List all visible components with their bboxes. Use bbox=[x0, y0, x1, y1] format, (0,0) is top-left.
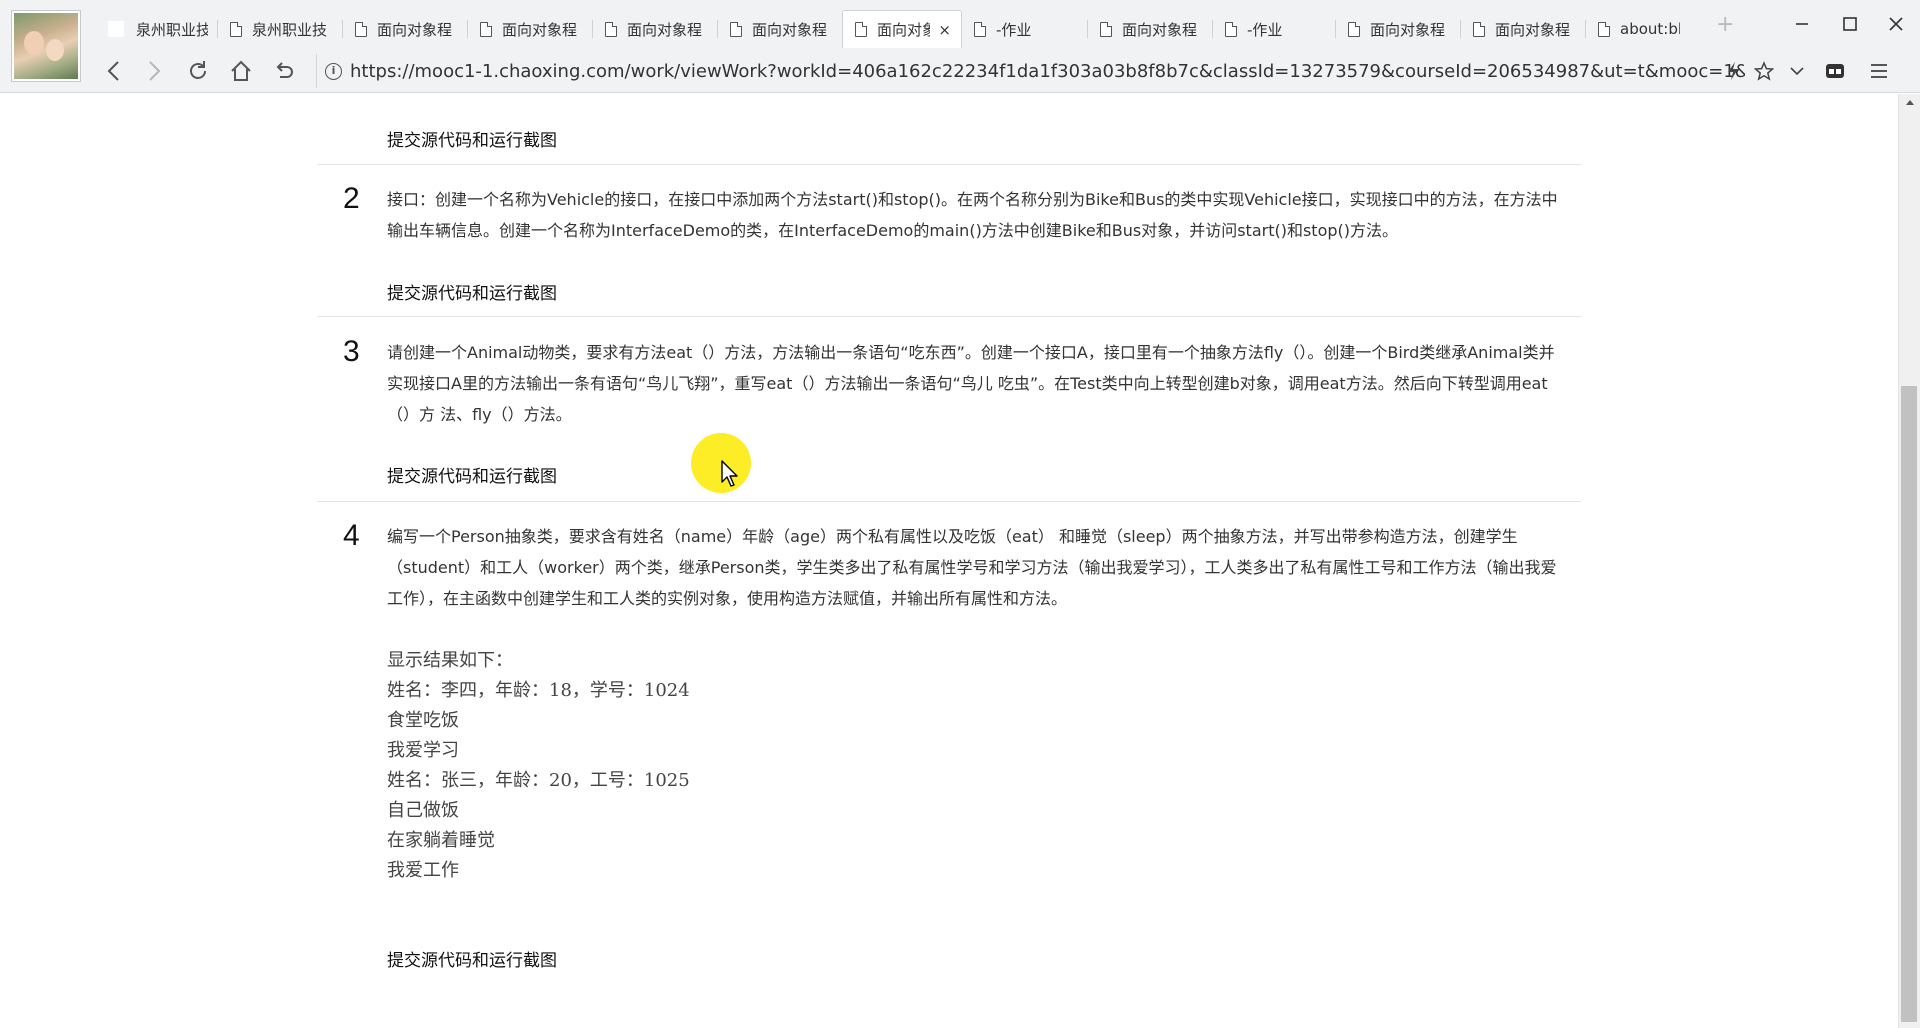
tab-6-active[interactable]: 面向对象 × bbox=[842, 10, 962, 48]
tab-11[interactable]: 面向对象程 bbox=[1461, 10, 1586, 48]
blank-page-icon bbox=[108, 21, 124, 37]
new-tab-button[interactable]: + bbox=[1716, 12, 1734, 37]
undo-close-button[interactable] bbox=[266, 54, 302, 88]
document-icon bbox=[974, 21, 986, 37]
question-text: 接口：创建一个名称为Vehicle的接口，在接口中添加两个方法start()和s… bbox=[387, 190, 1558, 240]
tab-7[interactable]: -作业 bbox=[962, 10, 1088, 48]
question-text: 编写一个Person抽象类，要求含有姓名（name）年龄（age）两个私有属性以… bbox=[387, 527, 1557, 608]
site-info-icon[interactable]: i bbox=[325, 62, 342, 80]
result-line: 显示结果如下： bbox=[387, 650, 513, 671]
reload-button[interactable] bbox=[180, 54, 216, 88]
tab-8[interactable]: 面向对象程 bbox=[1088, 10, 1213, 48]
document-icon bbox=[1225, 21, 1237, 37]
document-icon bbox=[1598, 21, 1610, 37]
document-icon bbox=[1473, 21, 1485, 37]
tab-4[interactable]: 面向对象程 bbox=[593, 10, 718, 48]
divider bbox=[317, 501, 1581, 502]
result-line: 姓名：李四，年龄：18，学号：1024 bbox=[387, 680, 690, 701]
browser-chrome: 泉州职业技 泉州职业技 面向对象程 面向对象程 面向对象程 面向对象程 面向对 … bbox=[0, 0, 1920, 93]
close-window-button[interactable] bbox=[1876, 10, 1916, 38]
reload-icon bbox=[190, 61, 206, 79]
divider bbox=[317, 164, 1581, 165]
forward-button[interactable] bbox=[136, 54, 172, 88]
tab-10[interactable]: 面向对象程 bbox=[1336, 10, 1461, 48]
mouse-cursor-icon bbox=[721, 460, 738, 487]
vertical-scrollbar[interactable] bbox=[1898, 94, 1920, 1028]
tab-strip: 泉州职业技 泉州职业技 面向对象程 面向对象程 面向对象程 面向对象程 面向对 … bbox=[96, 8, 1690, 48]
tab-1[interactable]: 泉州职业技 bbox=[218, 10, 343, 48]
star-bookmark-icon[interactable] bbox=[1754, 61, 1774, 81]
minimize-button[interactable] bbox=[1782, 10, 1822, 38]
page-content: 提交源代码和运行截图 2 接口：创建一个名称为Vehicle的接口，在接口中添加… bbox=[0, 94, 1898, 1028]
close-icon bbox=[1889, 17, 1903, 31]
document-icon bbox=[1348, 21, 1360, 37]
tab-2[interactable]: 面向对象程 bbox=[343, 10, 468, 48]
home-button[interactable] bbox=[223, 54, 259, 88]
tab-5[interactable]: 面向对象程 bbox=[718, 10, 842, 48]
submit-label-q1: 提交源代码和运行截图 bbox=[387, 131, 557, 151]
question-number: 2 bbox=[343, 182, 360, 215]
document-icon bbox=[855, 22, 867, 37]
document-icon bbox=[355, 21, 367, 37]
minimize-icon bbox=[1796, 23, 1808, 25]
chevron-down-icon[interactable] bbox=[1788, 61, 1806, 81]
maximize-icon bbox=[1843, 17, 1857, 31]
home-icon bbox=[231, 60, 251, 81]
lightning-icon[interactable] bbox=[1726, 61, 1740, 81]
question-text: 请创建一个Animal动物类，要求有方法eat（）方法，方法输出一条语句“吃东西… bbox=[387, 343, 1555, 424]
submit-label-q3: 提交源代码和运行截图 bbox=[387, 467, 557, 487]
scroll-up-arrow-icon[interactable] bbox=[1906, 100, 1914, 105]
undo-icon bbox=[276, 62, 293, 78]
scrollbar-thumb[interactable] bbox=[1901, 386, 1917, 1022]
tab-9[interactable]: -作业 bbox=[1213, 10, 1336, 48]
address-bar[interactable]: i https://mooc1-1.chaoxing.com/work/view… bbox=[316, 54, 1806, 88]
result-line: 在家躺着睡觉 bbox=[387, 830, 495, 851]
back-arrow-icon bbox=[107, 61, 119, 81]
close-tab-icon[interactable]: × bbox=[938, 21, 951, 39]
result-line: 食堂吃饭 bbox=[387, 710, 459, 731]
navigation-bar: i https://mooc1-1.chaoxing.com/work/view… bbox=[96, 50, 1920, 92]
result-line: 我爱工作 bbox=[387, 860, 459, 881]
result-line: 我爱学习 bbox=[387, 740, 459, 761]
document-icon bbox=[480, 21, 492, 37]
result-line: 姓名：张三，年龄：20，工号：1025 bbox=[387, 770, 690, 791]
forward-arrow-icon bbox=[149, 61, 161, 81]
submit-label-q2: 提交源代码和运行截图 bbox=[387, 284, 557, 304]
tab-12[interactable]: about:blan bbox=[1586, 10, 1690, 48]
document-icon bbox=[605, 21, 617, 37]
result-line: 自己做饭 bbox=[387, 800, 459, 821]
tab-3[interactable]: 面向对象程 bbox=[468, 10, 593, 48]
question-number: 3 bbox=[343, 335, 360, 368]
menu-icon[interactable] bbox=[1868, 61, 1890, 81]
document-icon bbox=[230, 21, 242, 37]
question-number: 4 bbox=[343, 519, 360, 552]
maximize-button[interactable] bbox=[1830, 10, 1870, 38]
extension-icon[interactable] bbox=[1824, 61, 1846, 81]
back-button[interactable] bbox=[96, 54, 132, 88]
user-avatar[interactable] bbox=[12, 11, 80, 81]
submit-label-q4: 提交源代码和运行截图 bbox=[387, 951, 557, 971]
divider bbox=[317, 316, 1581, 317]
document-icon bbox=[1100, 21, 1112, 37]
tab-0[interactable]: 泉州职业技 bbox=[96, 10, 218, 48]
document-icon bbox=[730, 21, 742, 37]
url-text[interactable]: https://mooc1-1.chaoxing.com/work/viewWo… bbox=[350, 61, 1745, 82]
